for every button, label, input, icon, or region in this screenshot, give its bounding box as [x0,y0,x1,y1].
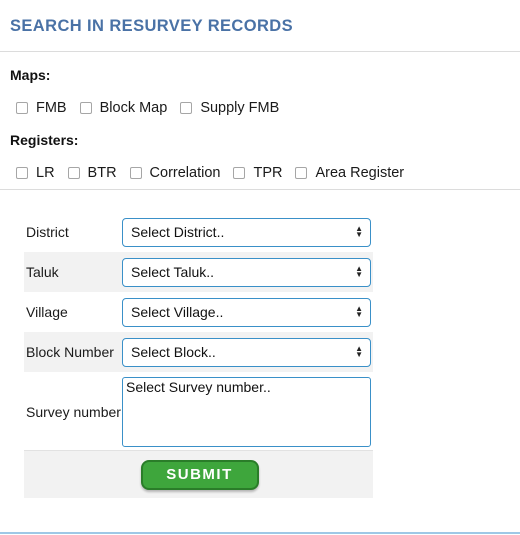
maps-option-supply-fmb[interactable]: Supply FMB [180,100,279,116]
district-select-value: Select District.. [131,224,225,240]
supply-fmb-checkbox[interactable] [180,102,193,114]
maps-checkbox-group: FMB Block Map Supply FMB [16,100,292,116]
registers-section-label: Registers: [10,132,79,148]
survey-number-listbox[interactable]: Select Survey number.. [122,377,371,447]
supply-fmb-label: Supply FMB [200,100,280,116]
district-label: District [26,224,69,240]
survey-label: Survey number [26,404,121,420]
registers-option-area-register[interactable]: Area Register [295,165,404,181]
divider [0,189,520,190]
village-select[interactable]: Select Village.. ▲ ▼ [122,297,371,327]
taluk-select[interactable]: Select Taluk.. ▲ ▼ [122,257,371,287]
maps-option-fmb[interactable]: FMB [16,100,67,116]
bottom-border [0,532,520,534]
lr-label: LR [36,165,55,181]
correlation-checkbox[interactable] [129,167,142,179]
correlation-label: Correlation [149,165,221,181]
select-arrows-icon: ▲ ▼ [355,264,363,279]
select-arrows-icon: ▲ ▼ [355,344,363,359]
district-row: District Select District.. ▲ ▼ [24,212,373,252]
registers-checkbox-group: LR BTR Correlation TPR Area Register [16,165,417,181]
lr-checkbox[interactable] [16,167,28,179]
btr-label: BTR [87,165,117,181]
page-title: SEARCH IN RESURVEY RECORDS [10,17,294,35]
block-select-value: Select Block.. [131,344,216,360]
fmb-label: FMB [36,100,67,116]
village-label: Village [26,304,68,320]
block-map-checkbox[interactable] [79,102,92,114]
search-form: District Select District.. ▲ ▼ Taluk Sele… [24,212,373,498]
fmb-checkbox[interactable] [16,102,28,114]
block-select[interactable]: Select Block.. ▲ ▼ [122,337,371,367]
village-row: Village Select Village.. ▲ ▼ [24,292,373,332]
divider [0,51,520,52]
submit-row: SUBMIT [24,450,373,498]
select-arrows-icon: ▲ ▼ [355,224,363,239]
area-register-checkbox[interactable] [295,167,308,179]
registers-option-tpr[interactable]: TPR [233,165,282,181]
submit-button[interactable]: SUBMIT [140,459,259,490]
district-select[interactable]: Select District.. ▲ ▼ [122,217,371,247]
village-select-value: Select Village.. [131,304,224,320]
survey-row: Survey number Select Survey number.. [24,372,373,452]
registers-option-btr[interactable]: BTR [67,165,117,181]
taluk-select-value: Select Taluk.. [131,264,215,280]
tpr-label: TPR [253,165,283,181]
area-register-label: Area Register [315,165,405,181]
maps-option-block-map[interactable]: Block Map [79,100,168,116]
taluk-row: Taluk Select Taluk.. ▲ ▼ [24,252,373,292]
maps-section-label: Maps: [10,67,51,83]
block-label: Block Number [26,344,114,360]
tpr-checkbox[interactable] [233,167,246,179]
block-row: Block Number Select Block.. ▲ ▼ [24,332,373,372]
registers-option-lr[interactable]: LR [16,165,55,181]
registers-option-correlation[interactable]: Correlation [129,165,221,181]
block-map-label: Block Map [99,100,168,116]
select-arrows-icon: ▲ ▼ [355,304,363,319]
taluk-label: Taluk [26,264,59,280]
survey-number-placeholder: Select Survey number.. [126,379,271,395]
btr-checkbox[interactable] [67,167,80,179]
